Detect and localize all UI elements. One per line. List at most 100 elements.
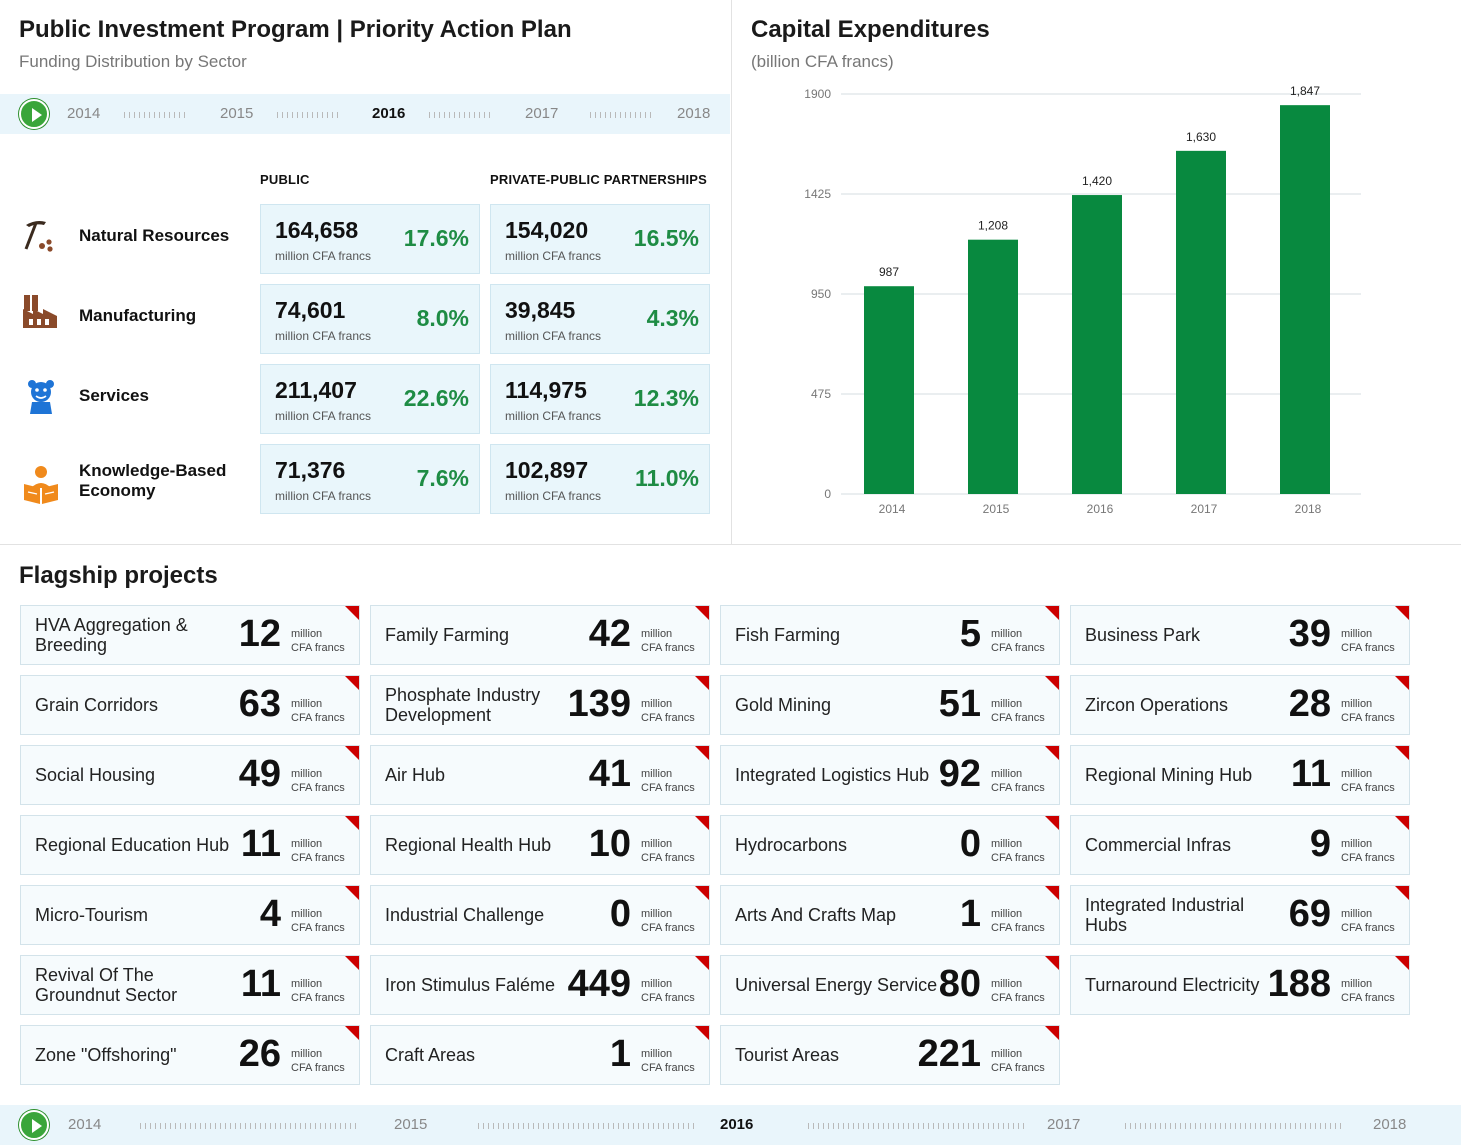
- project-value: 5: [959, 613, 981, 655]
- project-card[interactable]: Gold Mining 51 million CFA francs: [720, 675, 1060, 735]
- project-card[interactable]: Zircon Operations 28 million CFA francs: [1070, 675, 1410, 735]
- unit-line-1: million: [641, 1048, 673, 1060]
- project-unit: million CFA francs: [991, 767, 1045, 795]
- project-unit: million CFA francs: [291, 837, 345, 865]
- card-percent: 22.6%: [403, 385, 469, 411]
- sector-label-natural-resources: Natural Resources: [79, 226, 230, 245]
- unit-line-2: CFA francs: [291, 642, 345, 654]
- timeline-year-2014[interactable]: 2014: [67, 105, 100, 122]
- project-value: 221: [917, 1033, 981, 1075]
- section-divider: [0, 544, 1461, 545]
- corner-flag-icon: [345, 816, 359, 830]
- project-card[interactable]: Regional Mining Hub 11 million CFA francs: [1070, 745, 1410, 805]
- project-card[interactable]: Fish Farming 5 million CFA francs: [720, 605, 1060, 665]
- project-card[interactable]: Turnaround Electricity 188 million CFA fran…: [1070, 955, 1410, 1015]
- project-card[interactable]: Family Farming 42 million CFA francs: [370, 605, 710, 665]
- project-unit: million CFA francs: [1341, 627, 1395, 655]
- unit-line-2: CFA francs: [641, 992, 695, 1004]
- card-unit: million CFA francs: [505, 489, 602, 503]
- chart-title: Capital Expenditures: [751, 16, 990, 43]
- project-card[interactable]: Craft Areas 1 million CFA francs: [370, 1025, 710, 1085]
- unit-line-1: million: [291, 768, 323, 780]
- timeline-year-2016[interactable]: 2016: [372, 105, 405, 122]
- project-name: Phosphate Industry Development: [385, 685, 541, 725]
- project-unit: million CFA francs: [641, 767, 695, 795]
- timeline-year-2018[interactable]: 2018: [677, 105, 710, 122]
- reader-icon: [24, 466, 58, 504]
- corner-flag-icon: [1395, 886, 1409, 900]
- year-timeline-top: 2014 2015 2016 2017 2018: [0, 94, 730, 134]
- project-value: 26: [238, 1033, 281, 1075]
- project-card[interactable]: Industrial Challenge 0 million CFA francs: [370, 885, 710, 945]
- project-name: Regional Mining Hub: [1085, 765, 1253, 785]
- project-card[interactable]: Commercial Infras 9 million CFA francs: [1070, 815, 1410, 875]
- card-value: 211,407: [275, 377, 357, 403]
- project-card[interactable]: Social Housing 49 million CFA francs: [20, 745, 360, 805]
- corner-flag-icon: [1395, 746, 1409, 760]
- project-unit: million CFA francs: [291, 977, 345, 1005]
- project-card[interactable]: Business Park 39 million CFA francs: [1070, 605, 1410, 665]
- project-card[interactable]: HVA Aggregation & Breeding 12 million CFA f…: [20, 605, 360, 665]
- timeline-year-2015[interactable]: 2015: [220, 105, 253, 122]
- corner-flag-icon: [1395, 606, 1409, 620]
- bar-data-label: 1,208: [978, 219, 1008, 233]
- project-card[interactable]: Integrated Logistics Hub 92 million CFA fra…: [720, 745, 1060, 805]
- timeline-year-2014[interactable]: 2014: [68, 1116, 101, 1133]
- project-card[interactable]: Grain Corridors 63 million CFA francs: [20, 675, 360, 735]
- bar: [864, 286, 914, 494]
- card-unit: million CFA francs: [275, 409, 372, 423]
- project-card[interactable]: Tourist Areas 221 million CFA francs: [720, 1025, 1060, 1085]
- corner-flag-icon: [1045, 1026, 1059, 1040]
- timeline-year-2017[interactable]: 2017: [1047, 1116, 1080, 1133]
- project-name: Turnaround Electricity: [1085, 975, 1260, 995]
- corner-flag-icon: [695, 886, 709, 900]
- project-card[interactable]: Regional Health Hub 10 million CFA francs: [370, 815, 710, 875]
- unit-line-1: million: [641, 908, 673, 920]
- play-button-top[interactable]: [19, 99, 49, 129]
- unit-line-1: million: [291, 978, 323, 990]
- project-name: Social Housing: [35, 765, 156, 785]
- project-card[interactable]: Universal Energy Service 80 million CFA fra…: [720, 955, 1060, 1015]
- project-name: Micro-Tourism: [35, 905, 149, 925]
- project-name: Business Park: [1085, 625, 1201, 645]
- unit-line-1: million: [1341, 628, 1373, 640]
- project-card[interactable]: Integrated Industrial Hubs 69 million CFA f…: [1070, 885, 1410, 945]
- unit-line-2: CFA francs: [1341, 642, 1395, 654]
- project-unit: million CFA francs: [641, 627, 695, 655]
- corner-flag-icon: [1045, 676, 1059, 690]
- corner-flag-icon: [345, 1026, 359, 1040]
- play-button-bottom[interactable]: [19, 1110, 49, 1140]
- card-unit: million CFA francs: [275, 489, 372, 503]
- project-card[interactable]: Revival Of The Groundnut Sector 11 million…: [20, 955, 360, 1015]
- project-card[interactable]: Iron Stimulus Faléme 449 million CFA francs: [370, 955, 710, 1015]
- project-card[interactable]: Air Hub 41 million CFA francs: [370, 745, 710, 805]
- card-percent: 4.3%: [646, 305, 699, 331]
- timeline-ticks: [140, 1123, 360, 1129]
- project-card[interactable]: Micro-Tourism 4 million CFA francs: [20, 885, 360, 945]
- timeline-year-2016[interactable]: 2016: [720, 1116, 753, 1133]
- project-card[interactable]: Hydrocarbons 0 million CFA francs: [720, 815, 1060, 875]
- project-card[interactable]: Regional Education Hub 11 million CFA franc…: [20, 815, 360, 875]
- unit-line-2: CFA francs: [291, 922, 345, 934]
- card-unit: million CFA francs: [505, 329, 602, 343]
- project-value: 139: [567, 683, 631, 725]
- corner-flag-icon: [695, 1026, 709, 1040]
- ppp-card-services: 114,975 million CFA francs 12.3%: [490, 364, 710, 434]
- project-unit: million CFA francs: [991, 697, 1045, 725]
- timeline-year-2015[interactable]: 2015: [394, 1116, 427, 1133]
- corner-flag-icon: [1395, 676, 1409, 690]
- column-header-ppp: PRIVATE-PUBLIC PARTNERSHIPS: [490, 172, 708, 187]
- bar: [1176, 150, 1226, 494]
- project-name: Industrial Challenge: [385, 905, 545, 925]
- corner-flag-icon: [345, 606, 359, 620]
- unit-line-1: million: [991, 978, 1023, 990]
- timeline-year-2018[interactable]: 2018: [1373, 1116, 1406, 1133]
- project-unit: million CFA francs: [641, 837, 695, 865]
- project-card[interactable]: Arts And Crafts Map 1 million CFA francs: [720, 885, 1060, 945]
- project-card[interactable]: Zone "Offshoring" 26 million CFA francs: [20, 1025, 360, 1085]
- project-card[interactable]: Phosphate Industry Development 139 million…: [370, 675, 710, 735]
- timeline-year-2017[interactable]: 2017: [525, 105, 558, 122]
- project-name: Revival Of The Groundnut Sector: [35, 965, 178, 1005]
- project-name: Fish Farming: [735, 625, 841, 645]
- unit-line-2: CFA francs: [991, 1062, 1045, 1074]
